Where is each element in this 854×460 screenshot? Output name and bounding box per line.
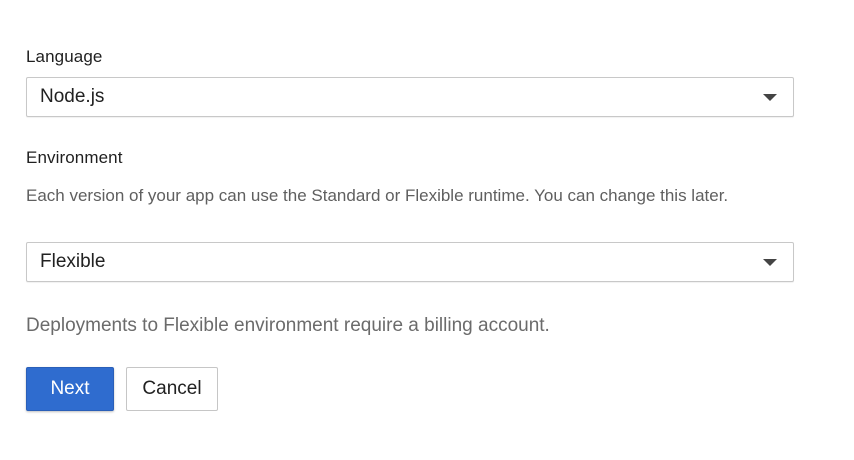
environment-label: Environment xyxy=(26,148,123,167)
language-select-value: Node.js xyxy=(40,86,105,107)
environment-select[interactable]: Flexible xyxy=(26,242,794,282)
environment-select-value: Flexible xyxy=(40,251,106,272)
next-button[interactable]: Next xyxy=(26,367,114,411)
create-app-form: Language Node.js Environment Each versio… xyxy=(0,0,854,460)
billing-note: Deployments to Flexible environment requ… xyxy=(26,315,550,336)
caret-down-icon xyxy=(763,259,777,266)
cancel-button[interactable]: Cancel xyxy=(126,367,218,411)
environment-description: Each version of your app can use the Sta… xyxy=(26,186,729,205)
language-select[interactable]: Node.js xyxy=(26,77,794,117)
language-label: Language xyxy=(26,47,103,66)
caret-down-icon xyxy=(763,94,777,101)
